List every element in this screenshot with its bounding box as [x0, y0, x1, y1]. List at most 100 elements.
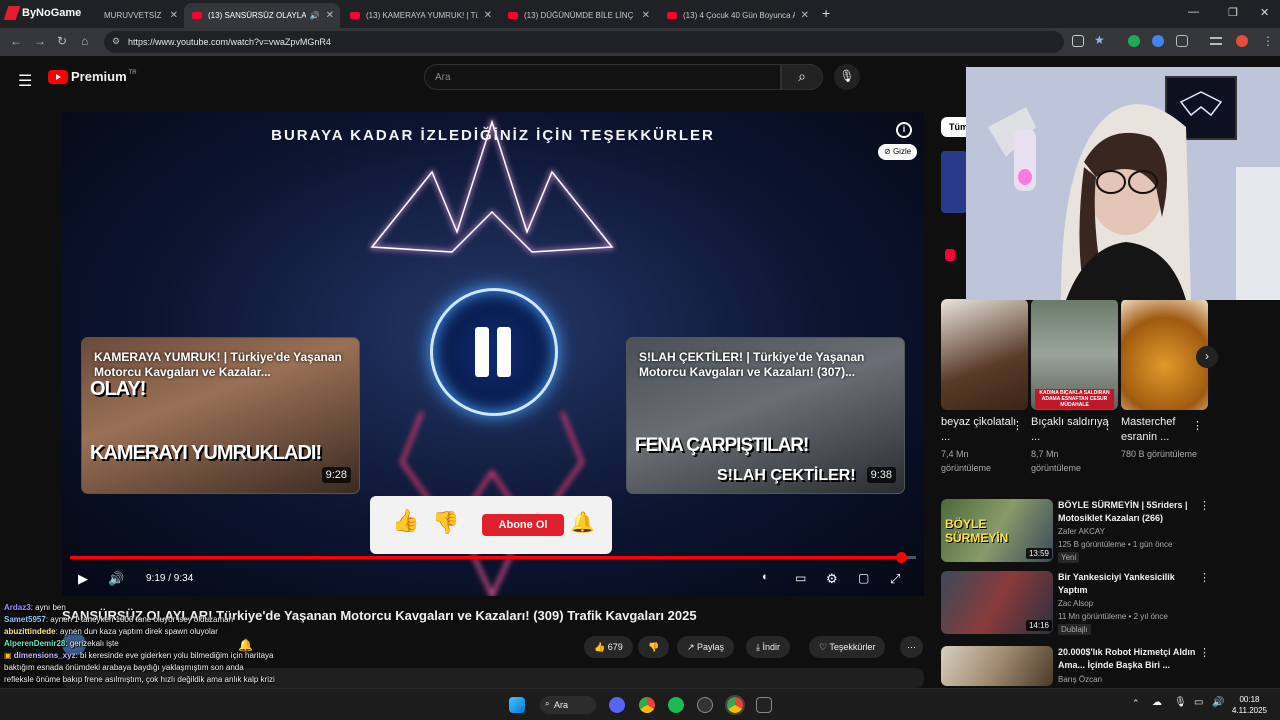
home-icon[interactable]: ⌂: [81, 34, 88, 48]
more-actions-button[interactable]: ⋯: [900, 636, 923, 658]
forward-arrow-icon[interactable]: →: [34, 34, 46, 48]
sidebar-video[interactable]: BÖYLE SÜRMEYİN 13:59 BÖYLE SÜRMEYİN | 5S…: [941, 499, 1210, 563]
extension-green-icon[interactable]: [1128, 35, 1140, 47]
chrome-active-icon[interactable]: [725, 695, 745, 715]
close-tab-icon[interactable]: ✕: [484, 10, 492, 21]
reload-icon[interactable]: ↻: [57, 34, 67, 48]
tray-chevron-icon[interactable]: ⌃: [1132, 698, 1140, 709]
browser-tab-bar: ByNoGame MURUVVETSİZ 10 YABANCI ARA ✕ (13…: [0, 0, 1280, 28]
video-title: BÖYLE SÜRMEYİN | 5Sriders | Motosiklet K…: [1058, 500, 1188, 523]
like-thumb-icon: 👍: [392, 508, 420, 533]
close-window-icon[interactable]: ✕: [1260, 6, 1269, 19]
extension-blue-icon[interactable]: [1152, 35, 1164, 47]
sidebar-video[interactable]: 20.000$'lık Robot Hizmetçi Aldın Ama... …: [941, 646, 1210, 686]
thumbs-up-icon: 👍: [594, 642, 608, 652]
chrome-icon[interactable]: [639, 697, 655, 713]
thanks-heart-icon: ♡: [819, 642, 830, 652]
profile-avatar-icon[interactable]: [1236, 35, 1248, 47]
play-icon[interactable]: ▶: [78, 571, 88, 587]
chat-text: aynı ben: [35, 603, 66, 612]
volume-icon[interactable]: 🔊: [108, 571, 124, 587]
tab-3[interactable]: (13) DÜĞÜNÜMDE BİLE LİNÇ YE ✕: [500, 3, 656, 28]
app-icon[interactable]: [756, 697, 772, 713]
mic-tray-icon[interactable]: 🎙: [1174, 697, 1187, 708]
eye-off-icon: ⊘: [884, 147, 893, 156]
address-bar[interactable]: ⚙ https://www.youtube.com/watch?v=vwaZpv…: [104, 31, 1064, 53]
more-vert-icon[interactable]: ⋮: [1012, 419, 1023, 432]
extensions-puzzle-icon[interactable]: [1176, 35, 1188, 47]
close-tab-icon[interactable]: ✕: [801, 10, 809, 21]
subscribe-button[interactable]: Abone Ol: [482, 514, 564, 536]
network-icon[interactable]: ▭: [1194, 697, 1203, 708]
close-tab-icon[interactable]: ✕: [642, 10, 650, 21]
sidebar-promo-thumbnail[interactable]: [941, 151, 967, 213]
short-title[interactable]: Bıçaklı saldırıya ...: [1031, 415, 1111, 445]
tab-2[interactable]: (13) KAMERAYA YUMRUK! | Tü ✕: [342, 3, 498, 28]
short-title[interactable]: Masterchef esranin ...: [1121, 415, 1201, 445]
more-vert-icon[interactable]: ⋮: [1102, 419, 1113, 432]
site-info-icon[interactable]: ⚙: [112, 36, 120, 47]
voice-search-button[interactable]: 🎙: [834, 64, 860, 90]
new-tab-plus-icon[interactable]: +: [822, 5, 830, 21]
steam-icon[interactable]: [697, 697, 713, 713]
chevron-right-icon[interactable]: ›: [1196, 346, 1218, 368]
search-input[interactable]: Ara: [424, 64, 781, 90]
video-duration: 13:59: [1025, 548, 1052, 559]
progress-bar[interactable]: [70, 552, 916, 563]
youtube-premium-logo[interactable]: Premium TR: [48, 69, 137, 84]
close-tab-icon[interactable]: ✕: [326, 10, 334, 21]
cast-icon[interactable]: [1072, 35, 1084, 47]
microphone-icon: 🎙: [839, 69, 855, 83]
autoplay-toggle-icon[interactable]: ◐: [762, 571, 769, 583]
settings-gear-icon[interactable]: ⚙: [826, 571, 838, 587]
volume-tray-icon[interactable]: 🔊: [1212, 697, 1224, 708]
subtitles-icon[interactable]: ▭: [795, 571, 806, 585]
more-vert-icon[interactable]: ⋮: [1199, 499, 1210, 512]
back-arrow-icon[interactable]: ←: [10, 34, 22, 48]
bynogame-logo-icon: [3, 6, 21, 20]
short-title[interactable]: beyaz çikolatalı ...: [941, 415, 1021, 445]
tab-4[interactable]: (13) 4 Çocuk 40 Gün Boyunca A ✕: [659, 3, 815, 28]
like-button[interactable]: 👍 679: [584, 636, 633, 658]
hamburger-menu-icon[interactable]: ☰: [18, 71, 32, 91]
reading-list-icon[interactable]: [1210, 37, 1222, 45]
search-icon: ⌕: [545, 699, 550, 708]
share-button[interactable]: ↗ Paylaş: [677, 636, 735, 658]
windows-start-icon[interactable]: [509, 697, 525, 713]
end-card-title: S!LAH ÇEKTİLER! | Türkiye'de Yaşanan Mot…: [639, 350, 865, 379]
search-button[interactable]: ⌕: [781, 64, 823, 90]
spotify-icon[interactable]: [668, 697, 684, 713]
download-button[interactable]: ⤓ İndir: [746, 636, 790, 658]
theater-mode-icon[interactable]: ▢: [858, 571, 869, 585]
short-thumbnail[interactable]: KADINA BIÇAKLA SALDIRAN ADAMA ESNAFTAN C…: [1031, 299, 1118, 410]
discord-icon[interactable]: [609, 697, 625, 713]
more-vert-icon[interactable]: ⋮: [1199, 646, 1210, 659]
taskbar-search[interactable]: ⌕ Ara: [540, 696, 596, 714]
video-player[interactable]: BURAYA KADAR İZLEDİĞİNİZ İÇİN TEŞEKKÜRLE…: [62, 112, 924, 596]
system-clock[interactable]: 00:18 4.11.2025: [1232, 694, 1267, 716]
more-vert-icon[interactable]: ⋮: [1192, 419, 1203, 432]
short-thumbnail[interactable]: [1121, 299, 1208, 410]
progress-scrubber[interactable]: [895, 552, 907, 563]
minimize-icon[interactable]: —: [1188, 6, 1199, 18]
sidebar-video[interactable]: 14:16 Bir Yankesiciyi Yankesicilik Yaptı…: [941, 571, 1210, 635]
tab-0[interactable]: MURUVVETSİZ 10 YABANCI ARA ✕: [96, 3, 184, 28]
bookmark-star-icon[interactable]: ★: [1094, 33, 1105, 47]
end-card-video-1[interactable]: KAMERAYA YUMRUK! | Türkiye'de Yaşanan Mo…: [81, 337, 360, 494]
browser-brand-logo[interactable]: ByNoGame: [3, 6, 81, 20]
close-tab-icon[interactable]: ✕: [170, 10, 178, 21]
hide-label: Gizle: [892, 147, 912, 156]
cloud-icon[interactable]: ☁: [1152, 697, 1162, 708]
restore-icon[interactable]: ❐: [1228, 6, 1238, 19]
short-thumbnail[interactable]: [941, 299, 1028, 410]
thanks-button[interactable]: ♡ Teşekkürler: [809, 636, 886, 658]
tab-1-active[interactable]: (13) SANSÜRSÜZ OLAYLAR 🔊 ✕: [184, 3, 340, 28]
end-card-video-2[interactable]: S!LAH ÇEKTİLER! | Türkiye'de Yaşanan Mot…: [626, 337, 905, 494]
browser-menu-icon[interactable]: ⋮: [1262, 34, 1274, 48]
speaker-icon[interactable]: 🔊: [310, 11, 320, 20]
fullscreen-icon[interactable]: ⤢: [890, 571, 900, 587]
info-icon[interactable]: i: [896, 122, 912, 138]
more-vert-icon[interactable]: ⋮: [1199, 571, 1210, 584]
dislike-button[interactable]: 👎: [638, 636, 670, 658]
hide-button[interactable]: ⊘ Gizle: [878, 144, 918, 160]
